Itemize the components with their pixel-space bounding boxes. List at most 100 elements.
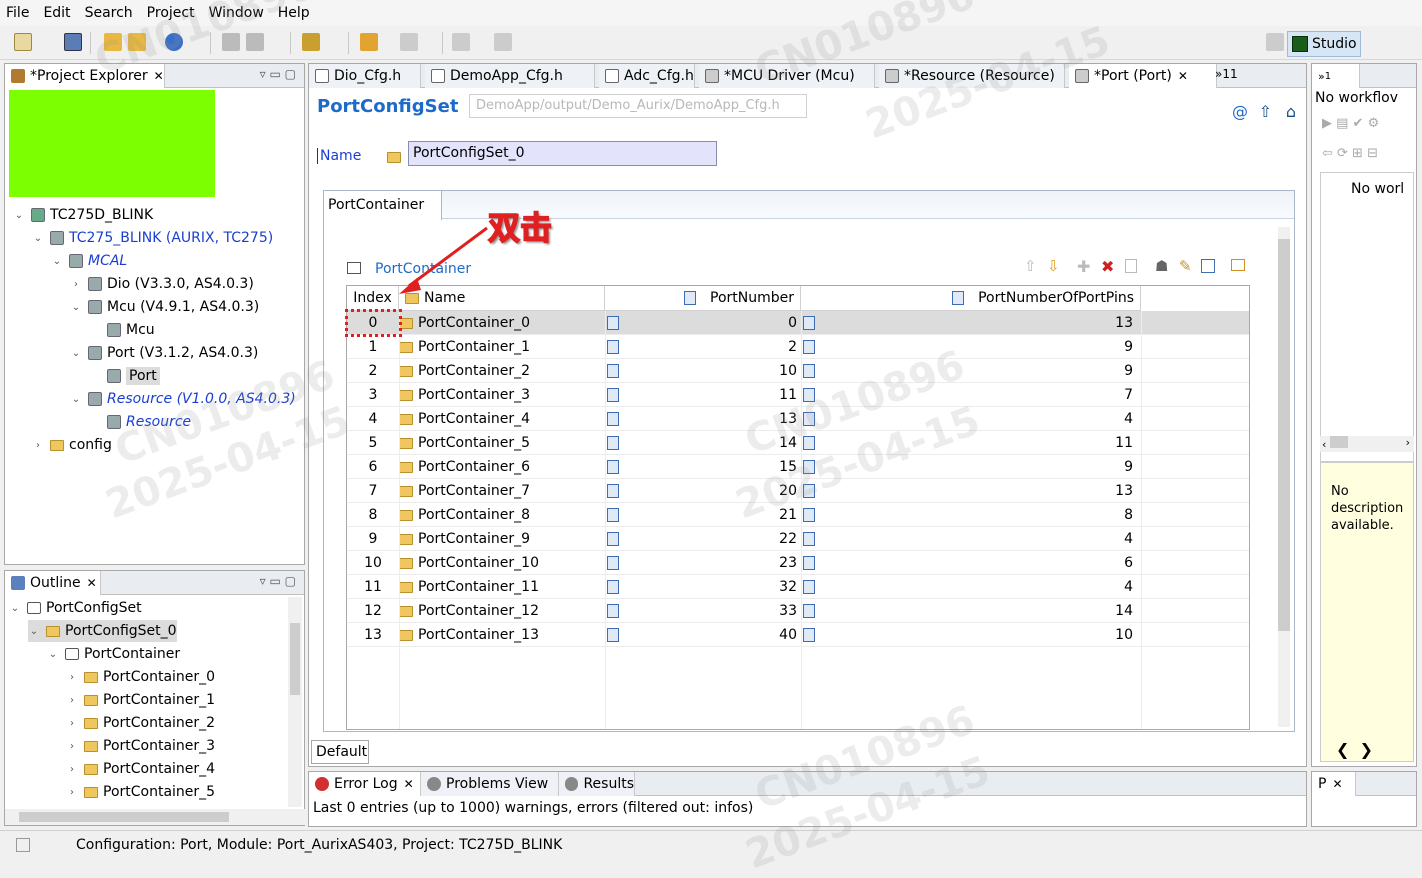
cell-pins[interactable]: 4 — [803, 527, 1133, 551]
cell-pins[interactable]: 9 — [803, 335, 1133, 359]
tab-outline[interactable]: Outline ✕ — [5, 571, 101, 595]
cell-portnumber[interactable]: 32 — [607, 575, 797, 599]
bottom-tab[interactable]: Error Log ✕ — [309, 772, 421, 796]
view-menu-icon[interactable]: ▿ ▭ ▢ — [260, 574, 296, 588]
cell-pins[interactable]: 4 — [803, 575, 1133, 599]
outline-item[interactable]: › PortContainer_5 — [66, 781, 215, 803]
outline-item[interactable]: ⌄ PortContainer — [47, 643, 180, 665]
cell-pins[interactable]: 4 — [803, 407, 1133, 431]
cell-portnumber[interactable]: 21 — [607, 503, 797, 527]
table-row[interactable]: 10 PortContainer_10 23 6 — [347, 551, 1249, 575]
close-icon[interactable]: ✕ — [87, 576, 97, 590]
table-row[interactable]: 2 PortContainer_2 10 9 — [347, 359, 1249, 383]
right-hscroll[interactable]: ‹ › — [1320, 436, 1414, 452]
twisty-icon[interactable]: ⌄ — [70, 348, 82, 359]
tab-project-explorer[interactable]: *Project Explorer ✕ — [5, 64, 165, 88]
editor-scrollbar[interactable] — [1278, 227, 1290, 727]
table-row[interactable]: 4 PortContainer_4 13 4 — [347, 407, 1249, 431]
twisty-icon[interactable]: ⌄ — [51, 256, 63, 267]
tree-item[interactable]: Mcu — [89, 319, 155, 341]
editor-tab[interactable]: *MCU Driver (Mcu) — [699, 64, 875, 88]
tree-item[interactable]: Resource — [89, 411, 191, 433]
table-row[interactable]: 7 PortContainer_7 20 13 — [347, 479, 1249, 503]
cell-portnumber[interactable]: 2 — [607, 335, 797, 359]
pen-icon[interactable] — [302, 33, 320, 51]
twisty-icon[interactable]: ⌄ — [13, 210, 25, 221]
cell-pins[interactable]: 13 — [803, 311, 1133, 335]
outline-item[interactable]: › PortContainer_0 — [66, 666, 215, 688]
tree-item[interactable]: › config — [32, 434, 112, 456]
outline-item[interactable]: ⌄ PortConfigSet_0 — [28, 620, 177, 642]
twisty-icon[interactable]: ⌄ — [32, 233, 44, 244]
col-header-index[interactable]: Index — [347, 286, 399, 311]
cell-portnumber[interactable]: 15 — [607, 455, 797, 479]
tree-item[interactable]: ⌄ TC275_BLINK (AURIX, TC275) — [32, 227, 273, 249]
cell-portnumber[interactable]: 20 — [607, 479, 797, 503]
col-header-portnumber[interactable]: PortNumber — [605, 286, 801, 311]
editor-tab[interactable]: *Port (Port) ✕ — [1069, 64, 1217, 88]
twisty-icon[interactable]: ⌄ — [70, 394, 82, 405]
table-row[interactable]: 12 PortContainer_12 33 14 — [347, 599, 1249, 623]
outline-item[interactable]: › PortContainer_1 — [66, 689, 215, 711]
cell-name[interactable]: PortContainer_11 — [399, 575, 605, 599]
table-row[interactable]: 6 PortContainer_6 15 9 — [347, 455, 1249, 479]
up-icon[interactable]: ⇧ — [1259, 102, 1272, 121]
cell-name[interactable]: PortContainer_3 — [399, 383, 605, 407]
cell-portnumber[interactable]: 40 — [607, 623, 797, 647]
editor-tab[interactable]: Dio_Cfg.h — [309, 64, 421, 88]
tree-item[interactable]: ⌄ MCAL — [51, 250, 127, 272]
tree-item[interactable]: ⌄ Resource (V1.0.0, AS4.0.3) — [70, 388, 296, 410]
tree-item[interactable]: ⌄ Mcu (V4.9.1, AS4.0.3) — [70, 296, 259, 318]
perspective-studio[interactable]: Studio — [1287, 31, 1361, 57]
cell-pins[interactable]: 7 — [803, 383, 1133, 407]
menu-item[interactable]: Window — [209, 5, 264, 21]
cell-portnumber[interactable]: 33 — [607, 599, 797, 623]
move-down-icon[interactable]: ⇩ — [1047, 257, 1060, 275]
twisty-icon[interactable]: › — [66, 741, 78, 752]
tool-icon[interactable] — [222, 33, 240, 51]
outline-scrollbar[interactable] — [288, 597, 302, 807]
twisty-icon[interactable]: › — [66, 695, 78, 706]
close-icon[interactable]: ✕ — [1178, 69, 1188, 83]
cell-name[interactable]: PortContainer_7 — [399, 479, 605, 503]
cell-portnumber[interactable]: 11 — [607, 383, 797, 407]
tree-item[interactable]: Port — [89, 365, 160, 387]
generate-icon[interactable] — [128, 33, 146, 51]
outline-item[interactable]: › PortContainer_4 — [66, 758, 215, 780]
cell-name[interactable]: PortContainer_13 — [399, 623, 605, 647]
tree-item[interactable]: ⌄ Port (V3.1.2, AS4.0.3) — [70, 342, 259, 364]
tab-p[interactable]: P ✕ — [1312, 772, 1356, 796]
cell-name[interactable]: PortContainer_8 — [399, 503, 605, 527]
tab-right[interactable]: » 1 — [1312, 64, 1360, 88]
twisty-icon[interactable]: › — [66, 672, 78, 683]
tab-overflow[interactable]: »11 — [1215, 67, 1238, 81]
menu-item[interactable]: Project — [147, 5, 195, 21]
editor-tab[interactable]: *Resource (Resource) — [879, 64, 1065, 88]
twisty-icon[interactable]: › — [70, 279, 82, 290]
table-row[interactable]: 1 PortContainer_1 2 9 — [347, 335, 1249, 359]
cell-pins[interactable]: 8 — [803, 503, 1133, 527]
cell-pins[interactable]: 10 — [803, 623, 1133, 647]
save-icon[interactable] — [64, 33, 82, 51]
bottom-tab[interactable]: Results — [559, 772, 635, 796]
close-icon[interactable]: ✕ — [154, 69, 164, 83]
cell-name[interactable]: PortContainer_5 — [399, 431, 605, 455]
cell-pins[interactable]: 13 — [803, 479, 1133, 503]
table-row[interactable]: 11 PortContainer_11 32 4 — [347, 575, 1249, 599]
table-row[interactable]: 8 PortContainer_8 21 8 — [347, 503, 1249, 527]
twisty-icon[interactable]: › — [66, 787, 78, 798]
home-icon[interactable]: ⌂ — [1286, 102, 1296, 121]
globe-icon[interactable] — [165, 33, 183, 51]
back-icon[interactable] — [360, 33, 378, 51]
close-icon[interactable]: ✕ — [1332, 777, 1342, 791]
edit-icon[interactable]: ✎ — [1179, 257, 1192, 275]
name-field[interactable]: PortConfigSet_0 — [408, 141, 717, 166]
bottom-tab[interactable]: Problems View — [421, 772, 559, 796]
forward-icon[interactable] — [400, 33, 418, 51]
outline-item[interactable]: ⌄ PortConfigSet — [9, 597, 142, 619]
cell-name[interactable]: PortContainer_2 — [399, 359, 605, 383]
cell-name[interactable]: PortContainer_12 — [399, 599, 605, 623]
cell-name[interactable]: PortContainer_10 — [399, 551, 605, 575]
twisty-icon[interactable]: › — [66, 764, 78, 775]
outline-hscrollbar[interactable] — [5, 809, 305, 825]
